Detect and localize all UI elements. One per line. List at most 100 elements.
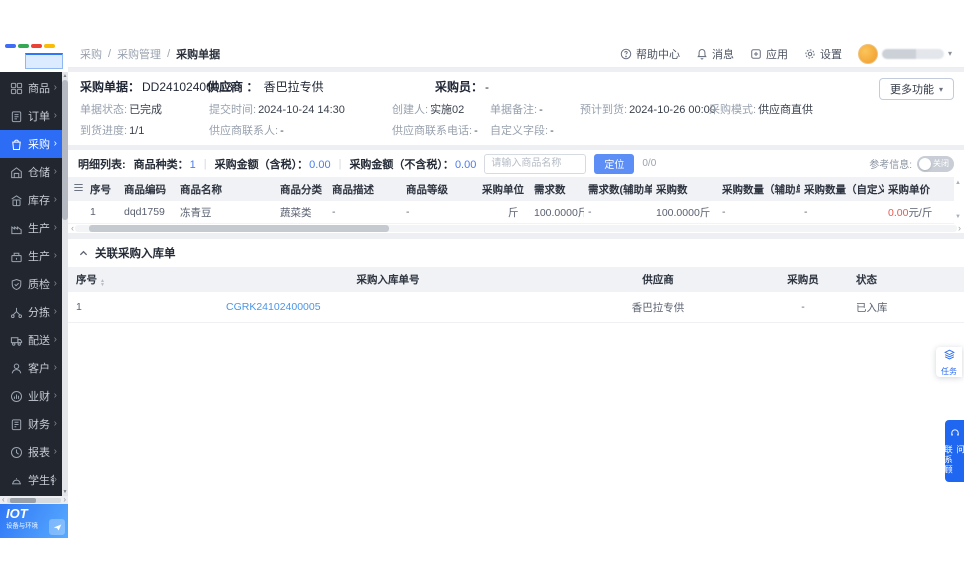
related-col-header[interactable]: 状态 bbox=[848, 272, 964, 287]
stat-separator: | bbox=[338, 157, 342, 170]
chevron-right-icon: › bbox=[53, 306, 57, 317]
sidebar-item-inventory[interactable]: 库存 › bbox=[0, 186, 62, 214]
scroll-left-icon[interactable]: ‹ bbox=[2, 496, 5, 504]
items-list-card: 明细列表: 商品种类：1 | 采购金额（含税）：0.00 | 采购金额（不含税）：0.0… bbox=[68, 150, 964, 233]
topbar: 采购 / 采购管理 / 采购单据 帮助中心 消息 应用 设置 ▾ bbox=[68, 40, 964, 68]
chevron-right-icon: › bbox=[53, 222, 57, 233]
items-col-header[interactable]: 采购单位 bbox=[478, 182, 530, 197]
related-col-header[interactable]: 采购员 bbox=[758, 272, 848, 287]
sidebar-item-label: 采购 bbox=[28, 139, 50, 151]
related-col-header[interactable]: 序号 ▲ ▼ bbox=[68, 272, 218, 288]
user-menu[interactable]: ▾ bbox=[857, 43, 952, 64]
related-table-row[interactable]: 1 CGRK24102400005 香巴拉专供 - 已入库 bbox=[68, 292, 964, 323]
order-field: 供应商联系人: - bbox=[209, 125, 284, 137]
contact-advisor-button[interactable]: 联系顾问 bbox=[944, 420, 964, 482]
items-col-header[interactable]: 序号 bbox=[86, 182, 120, 197]
sidebar-horizontal-scrollbar[interactable]: ‹ › bbox=[0, 496, 68, 504]
related-section-header[interactable]: 关联采购入库单 bbox=[68, 239, 964, 267]
related-supplier-cell: 香巴拉专供 bbox=[631, 301, 685, 314]
sidebar-item-production[interactable]: 生产 › bbox=[0, 214, 62, 242]
sidebar-item-orders[interactable]: 订单 › bbox=[0, 102, 62, 130]
related-col-header[interactable]: 供应商 bbox=[558, 272, 758, 287]
items-col-header[interactable]: 采购单价 bbox=[884, 182, 944, 197]
col-settings-icon[interactable] bbox=[68, 181, 86, 197]
sidebar-item-biz-finance[interactable]: 业财 › bbox=[0, 382, 62, 410]
sidebar-item-purchase[interactable]: 采购 › bbox=[0, 130, 62, 158]
items-col-header[interactable]: 商品编码 bbox=[120, 182, 176, 197]
chevron-right-icon: › bbox=[53, 194, 57, 205]
apps-button[interactable]: 应用 bbox=[750, 46, 788, 62]
sidebar-item-quality[interactable]: 质检 › bbox=[0, 270, 62, 298]
task-float-button[interactable]: 任务 bbox=[936, 347, 962, 377]
scroll-right-icon[interactable]: › bbox=[957, 224, 962, 233]
more-actions-button[interactable]: 更多功能 ▾ bbox=[878, 78, 954, 100]
purchase-icon bbox=[9, 137, 23, 151]
related-buyer-cell: - bbox=[801, 301, 805, 313]
scroll-right-icon[interactable]: › bbox=[63, 496, 66, 504]
items-col-header[interactable]: 商品描述 bbox=[328, 182, 402, 197]
items-stat: 商品种类：1 bbox=[133, 158, 196, 171]
scroll-up-icon[interactable]: ▲ bbox=[955, 180, 961, 186]
sidebar-item-label: 订单 bbox=[28, 111, 50, 123]
reference-info-label: 参考信息: bbox=[869, 160, 912, 171]
order-field: 到货进度: 1/1 bbox=[80, 125, 145, 137]
sort-icon[interactable]: ▲ ▼ bbox=[100, 279, 105, 288]
related-col-header[interactable]: 采购入库单号 bbox=[218, 272, 558, 287]
items-table-row[interactable]: 1 dqd1759 冻青豆 蔬菜类 - - 斤 100.0000斤 -100.0000斤 - -0.… bbox=[68, 201, 954, 224]
more-actions-label: 更多功能 bbox=[889, 84, 934, 96]
sidebar-item-reports[interactable]: 报表 › bbox=[0, 438, 62, 466]
settings-button[interactable]: 设置 bbox=[804, 46, 842, 62]
sidebar-item-label: 业财 bbox=[28, 391, 50, 403]
product-name-input[interactable] bbox=[484, 153, 587, 174]
sidebar-item-label: 分拣 bbox=[28, 307, 50, 319]
items-col-header[interactable]: 商品分类 bbox=[276, 182, 328, 197]
collapse-chevron-icon bbox=[79, 249, 88, 258]
scroll-down-icon[interactable]: ▼ bbox=[955, 214, 961, 220]
inbound-order-link[interactable]: CGRK24102400005 bbox=[226, 301, 321, 313]
reference-info-toggle[interactable]: 关闭 bbox=[917, 155, 954, 172]
breadcrumb-purchase-management[interactable]: 采购管理 bbox=[117, 46, 161, 62]
sidebar-item-label: 质检 bbox=[28, 279, 50, 291]
items-cell: - bbox=[406, 206, 410, 218]
items-stat: 采购金额（不含税）：0.00 bbox=[349, 158, 477, 171]
report-icon bbox=[9, 445, 23, 459]
quality-icon bbox=[9, 277, 23, 291]
messages-button[interactable]: 消息 bbox=[696, 46, 734, 62]
settings-label: 设置 bbox=[819, 48, 842, 61]
sidebar-item-goods[interactable]: 商品 › bbox=[0, 74, 62, 102]
sidebar-item-sorting[interactable]: 分拣 › bbox=[0, 298, 62, 326]
related-status-cell: 已入库 bbox=[856, 301, 888, 314]
order-field: 采购模式: 供应商直供 bbox=[709, 104, 814, 116]
scrollbar-thumb[interactable] bbox=[9, 497, 36, 503]
sidebar-item-delivery[interactable]: 配送 › bbox=[0, 326, 62, 354]
sidebar-item-student-meal[interactable]: 学生餐› bbox=[0, 466, 62, 494]
items-col-header[interactable]: 商品名称 bbox=[176, 182, 276, 197]
scrollbar-thumb[interactable] bbox=[89, 225, 389, 232]
iot-banner[interactable]: IOT 设备与环境 bbox=[0, 504, 68, 538]
items-cell: 100.0000斤 bbox=[656, 206, 711, 219]
breadcrumb: 采购 / 采购管理 / 采购单据 bbox=[80, 46, 220, 62]
help-center-button[interactable]: 帮助中心 bbox=[620, 46, 680, 62]
sidebar-item-customers[interactable]: 客户 › bbox=[0, 354, 62, 382]
order-field: 单据备注: - bbox=[490, 104, 543, 116]
items-col-header[interactable]: 采购数量（自定义单位） bbox=[800, 182, 884, 197]
chevron-right-icon: › bbox=[53, 362, 57, 373]
items-col-header[interactable]: 需求数(辅助单位) bbox=[584, 182, 652, 197]
items-stat: 采购金额（含税）：0.00 bbox=[214, 158, 331, 171]
sidebar-item-production-2[interactable]: 生产 › bbox=[0, 242, 62, 270]
items-col-header[interactable]: 需求数 bbox=[530, 182, 584, 197]
finance-icon bbox=[9, 417, 23, 431]
items-table-horizontal-scrollbar[interactable]: ‹ › bbox=[68, 224, 964, 233]
items-col-header[interactable]: 采购数量（辅助单位） bbox=[718, 182, 800, 197]
breadcrumb-purchase[interactable]: 采购 bbox=[80, 46, 102, 62]
sidebar-item-finance[interactable]: 财务 › bbox=[0, 410, 62, 438]
items-col-header[interactable]: 采购数 bbox=[652, 182, 718, 197]
locate-button[interactable]: 定位 bbox=[594, 153, 635, 174]
sidebar-item-warehouse[interactable]: 仓储 › bbox=[0, 158, 62, 186]
sorting-icon bbox=[9, 305, 23, 319]
username-redacted bbox=[881, 48, 944, 59]
items-cell: - bbox=[332, 206, 336, 218]
items-col-header[interactable]: 商品等级 bbox=[402, 182, 478, 197]
app-logo[interactable] bbox=[0, 40, 68, 72]
chevron-right-icon: › bbox=[53, 82, 57, 93]
